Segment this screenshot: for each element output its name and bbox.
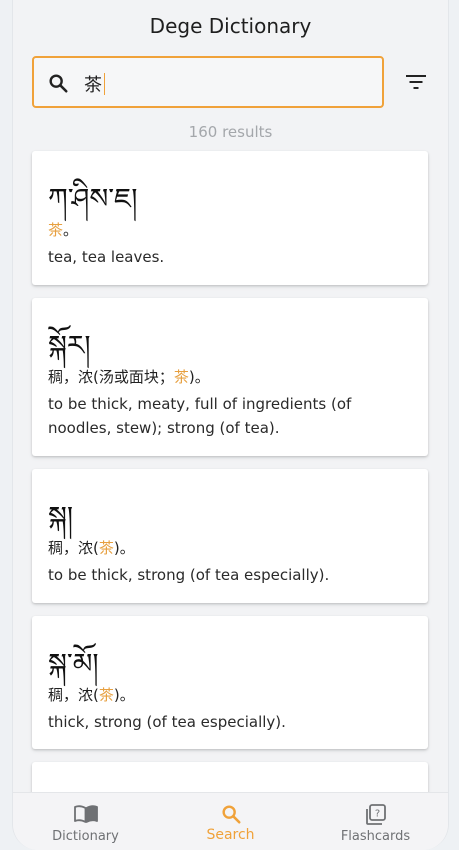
search-query[interactable]: 茶 bbox=[84, 71, 105, 97]
nav-label: Flashcards bbox=[340, 829, 411, 844]
nav-item-dictionary[interactable]: Dictionary bbox=[13, 793, 158, 850]
nav-item-flashcards[interactable]: ? Flashcards bbox=[303, 793, 448, 850]
zh-highlight: 茶 bbox=[48, 221, 64, 239]
entry-english: to be thick, meaty, full of ingredients … bbox=[48, 395, 352, 437]
entry-card[interactable]: སྐ་མོ། 稠，浓(茶)。 thick, strong (of tea esp… bbox=[32, 616, 428, 749]
book-icon bbox=[73, 805, 98, 823]
search-query-text: 茶 bbox=[84, 75, 102, 96]
nav-label: Dictionary bbox=[52, 829, 119, 844]
zh-text: 稠，浓( bbox=[48, 539, 99, 557]
zh-text: 稠，浓( bbox=[48, 686, 99, 704]
zh-highlight: 茶 bbox=[173, 368, 189, 386]
zh-text: )。 bbox=[188, 368, 210, 386]
nav-label: Search bbox=[206, 827, 255, 843]
entry-card[interactable]: སྐ། 稠，浓(茶)。 to be thick, strong (of tea … bbox=[32, 469, 428, 603]
results-count: 160 results bbox=[188, 123, 273, 141]
zh-text: )。 bbox=[113, 686, 135, 704]
zh-text: 稠，浓(汤或面块； bbox=[48, 368, 174, 386]
page-title: Dege Dictionary bbox=[149, 14, 312, 38]
zh-highlight: 茶 bbox=[98, 539, 114, 557]
device-frame: Dege Dictionary 茶 160 results ཀ་ཤིས་ཇ། 茶… bbox=[0, 0, 459, 850]
filter-icon[interactable] bbox=[405, 72, 427, 92]
entry-card[interactable]: སྐོར། 稠，浓(汤或面块；茶)。 to be thick, meaty, f… bbox=[32, 298, 428, 456]
text-caret bbox=[104, 73, 105, 95]
search-icon bbox=[221, 805, 241, 824]
flashcards-icon: ? bbox=[365, 804, 386, 825]
entry-card[interactable]: ཀ་ཤིས་ཇ། 茶。 tea, tea leaves. bbox=[32, 151, 428, 285]
bottom-nav: Dictionary Search ? Flashcards bbox=[13, 792, 448, 850]
entry-chinese: 稠，浓(汤或面块；茶)。 bbox=[48, 366, 210, 387]
entry-english: tea, tea leaves. bbox=[48, 248, 165, 266]
entry-english: thick, strong (of tea especially). bbox=[48, 713, 286, 731]
zh-text: )。 bbox=[113, 539, 135, 557]
entry-english: to be thick, strong (of tea especially). bbox=[48, 566, 330, 584]
app-screen: Dege Dictionary 茶 160 results ཀ་ཤིས་ཇ། 茶… bbox=[12, 0, 449, 850]
search-icon bbox=[49, 74, 68, 93]
zh-highlight: 茶 bbox=[98, 686, 114, 704]
entry-chinese: 稠，浓(茶)。 bbox=[48, 684, 135, 705]
nav-item-search[interactable]: Search bbox=[158, 793, 303, 850]
entry-chinese: 稠，浓(茶)。 bbox=[48, 537, 135, 558]
search-input[interactable]: 茶 bbox=[32, 56, 384, 108]
entry-chinese: 茶。 bbox=[48, 219, 78, 240]
svg-text:?: ? bbox=[374, 809, 379, 820]
zh-text: 。 bbox=[63, 221, 79, 239]
